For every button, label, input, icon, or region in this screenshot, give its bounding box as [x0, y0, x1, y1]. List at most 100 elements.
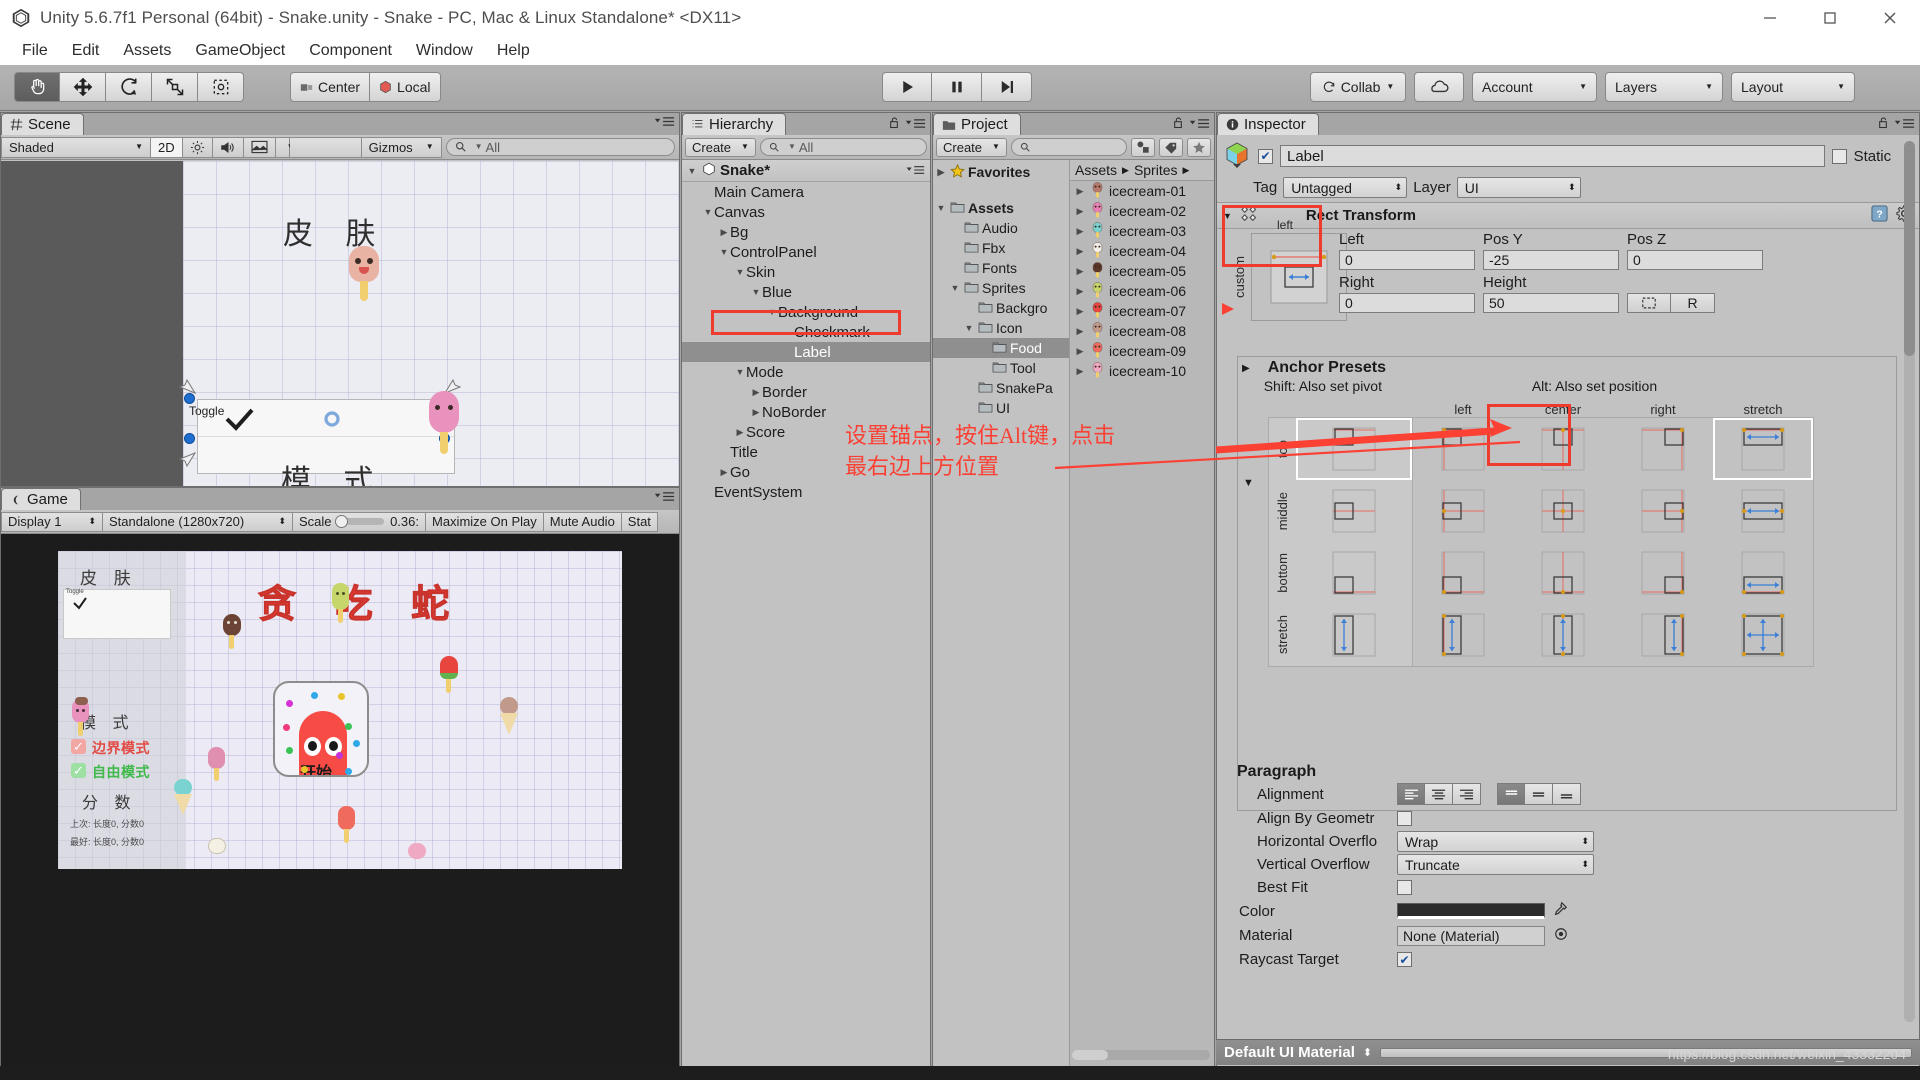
- vertical-overflow-dropdown[interactable]: Truncate ⬍: [1397, 854, 1594, 875]
- menu-file[interactable]: File: [10, 40, 60, 62]
- scene-context-menu-icon[interactable]: [905, 162, 925, 179]
- hierarchy-node-checkmark[interactable]: ▶Checkmark: [682, 322, 930, 342]
- asset-row-icecream-07[interactable]: ▶ icecream-07: [1070, 301, 1214, 321]
- breadcrumb-assets[interactable]: Assets: [1075, 162, 1117, 178]
- hand-tool-button[interactable]: [14, 72, 60, 102]
- align-left-icon[interactable]: [1397, 783, 1425, 805]
- scene-2d-toggle[interactable]: 2D: [151, 136, 183, 158]
- inspector-scrollbar[interactable]: [1904, 141, 1915, 1022]
- align-center-icon[interactable]: [1425, 783, 1453, 805]
- image-options-dropdown[interactable]: ▼: [275, 136, 295, 158]
- project-create-button[interactable]: Create ▼: [936, 137, 1007, 157]
- cloud-icon[interactable]: [1414, 72, 1464, 102]
- scene-viewport[interactable]: 皮 肤 Toggle 模 式: [1, 161, 679, 486]
- anchor-preset-row-preview-bottom[interactable]: [1296, 542, 1412, 604]
- project-tree-row-food[interactable]: ▶Food: [933, 338, 1069, 358]
- valign-bottom-icon[interactable]: [1553, 783, 1581, 805]
- horizontal-overflow-dropdown[interactable]: Wrap ⬍: [1397, 831, 1594, 852]
- eyedropper-icon[interactable]: [1552, 901, 1568, 921]
- game-viewport[interactable]: 皮 肤 Toggle 模 式 ✓ 边界模式 ✓ 自由模式 分 数 上次: 长度0…: [1, 534, 679, 1066]
- anchor-preset-stretch-center[interactable]: [1513, 604, 1613, 666]
- game-scale-slider[interactable]: Scale 0.36:: [293, 511, 426, 532]
- pivot-rotation-button[interactable]: Local: [370, 72, 441, 102]
- tab-hierarchy[interactable]: Hierarchy: [682, 113, 787, 135]
- asset-row-icecream-04[interactable]: ▶ icecream-04: [1070, 241, 1214, 261]
- speaker-icon[interactable]: [212, 136, 244, 158]
- project-tree-row-fbx[interactable]: ▶Fbx: [933, 238, 1069, 258]
- tab-inspector[interactable]: Inspector: [1217, 113, 1319, 135]
- hierarchy-node-controlpanel[interactable]: ▼ ControlPanel: [682, 242, 930, 262]
- anchor-handle-bl[interactable]: [184, 433, 195, 444]
- project-tree-row-icon[interactable]: ▼ Icon: [933, 318, 1069, 338]
- lock-open-icon[interactable]: [1878, 116, 1888, 133]
- account-button[interactable]: Account ▼: [1472, 72, 1597, 102]
- scale-icon[interactable]: [152, 72, 198, 102]
- chevron-right-icon[interactable]: ▶: [1074, 186, 1086, 197]
- asset-row-icecream-08[interactable]: ▶ icecream-08: [1070, 321, 1214, 341]
- color-swatch[interactable]: [1397, 903, 1545, 919]
- anchor-preview-box[interactable]: [1251, 233, 1347, 321]
- rect-right-input[interactable]: 0: [1339, 293, 1475, 313]
- menu-component[interactable]: Component: [297, 40, 404, 62]
- anchor-preset-middle-stretch[interactable]: [1713, 480, 1813, 542]
- chevron-down-icon[interactable]: ▼: [734, 267, 746, 277]
- material-field[interactable]: None (Material): [1397, 925, 1545, 946]
- filter-type-icon[interactable]: [1131, 137, 1155, 157]
- rect-transform-icon[interactable]: [198, 72, 244, 102]
- anchor-preset-middle-center[interactable]: [1513, 480, 1613, 542]
- project-tree-row-audio[interactable]: ▶Audio: [933, 218, 1069, 238]
- layers-button[interactable]: Layers ▼: [1605, 72, 1723, 102]
- project-tree-row-backgro[interactable]: ▶Backgro: [933, 298, 1069, 318]
- lock-open-icon[interactable]: [1173, 116, 1183, 133]
- project-tree-row-fonts[interactable]: ▶Fonts: [933, 258, 1069, 278]
- filter-label-icon[interactable]: [1159, 137, 1183, 157]
- chevron-down-icon[interactable]: ▼: [935, 203, 947, 213]
- rect-left-input[interactable]: 0: [1339, 250, 1475, 270]
- move-arrows-icon[interactable]: [60, 72, 106, 102]
- chevron-right-icon[interactable]: ▶: [1074, 326, 1086, 337]
- maximize-icon[interactable]: [1800, 0, 1860, 36]
- chevron-down-icon[interactable]: ▼: [963, 323, 975, 333]
- chevron-right-icon[interactable]: ▶: [718, 227, 730, 238]
- target-circle-icon[interactable]: [1554, 927, 1568, 945]
- step-icon[interactable]: [982, 72, 1032, 102]
- hierarchy-scene-root[interactable]: ▼ Snake*: [682, 160, 930, 182]
- asset-row-icecream-05[interactable]: ▶ icecream-05: [1070, 261, 1214, 281]
- anchor-preset-top-stretch[interactable]: [1713, 418, 1813, 480]
- menu-window[interactable]: Window: [404, 40, 485, 62]
- lock-open-icon[interactable]: [889, 116, 899, 133]
- menu-help[interactable]: Help: [485, 40, 542, 62]
- scale-thumb[interactable]: [334, 515, 348, 528]
- hierarchy-node-main-camera[interactable]: ▶Main Camera: [682, 182, 930, 202]
- tab-game[interactable]: Game: [1, 488, 81, 510]
- anchor-preset-middle-right[interactable]: [1613, 480, 1713, 542]
- chevron-down-icon[interactable]: ▼: [734, 367, 746, 377]
- hierarchy-node-skin[interactable]: ▼ Skin: [682, 262, 930, 282]
- scene-search-input[interactable]: ▼ All: [445, 138, 675, 156]
- chevron-right-icon[interactable]: ▶: [1074, 226, 1086, 237]
- chevron-right-icon[interactable]: ▶: [1074, 286, 1086, 297]
- rotate-icon[interactable]: [106, 72, 152, 102]
- chevron-down-icon[interactable]: ▼: [1223, 211, 1232, 221]
- anchor-preset-stretch-stretch[interactable]: [1713, 604, 1813, 666]
- project-favorites-row[interactable]: ▶ Favorites: [933, 162, 1069, 182]
- scene-shading-dropdown[interactable]: Shaded ▼: [1, 136, 151, 158]
- project-tree-row-ui[interactable]: ▶UI: [933, 398, 1069, 418]
- menu-assets[interactable]: Assets: [111, 40, 183, 62]
- anchor-preset-bottom-center[interactable]: [1513, 542, 1613, 604]
- close-icon[interactable]: [1860, 0, 1920, 36]
- chevron-down-icon[interactable]: ▼: [766, 307, 778, 317]
- project-tree-row-assets[interactable]: ▼ Assets: [933, 198, 1069, 218]
- chevron-right-icon[interactable]: ▶: [1074, 266, 1086, 277]
- project-tree-row-tool[interactable]: ▶Tool: [933, 358, 1069, 378]
- anchor-preview-block[interactable]: custom left: [1232, 218, 1347, 321]
- game-stats-toggle[interactable]: Stat: [621, 511, 658, 532]
- anchor-preset-top-left[interactable]: [1413, 418, 1513, 480]
- tab-project[interactable]: Project: [933, 113, 1021, 135]
- game-start-card[interactable]: 开始: [273, 681, 369, 777]
- asset-row-icecream-03[interactable]: ▶ icecream-03: [1070, 221, 1214, 241]
- hierarchy-search-input[interactable]: ▼ All: [759, 138, 927, 156]
- hierarchy-node-canvas[interactable]: ▼ Canvas: [682, 202, 930, 222]
- layout-button[interactable]: Layout ▼: [1731, 72, 1855, 102]
- chevron-down-icon[interactable]: ▼: [1243, 477, 1254, 489]
